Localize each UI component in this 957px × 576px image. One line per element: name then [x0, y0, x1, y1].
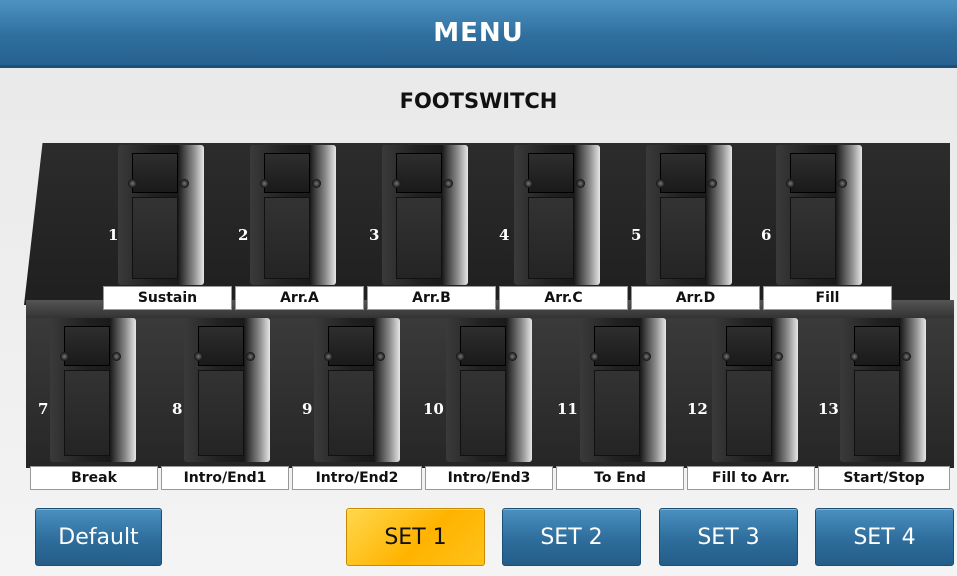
- pedal-number-13: 13: [818, 400, 839, 418]
- pedal-9[interactable]: [314, 318, 400, 462]
- pedal-label-2[interactable]: Arr.A: [235, 286, 364, 310]
- pedal-label-3[interactable]: Arr.B: [367, 286, 496, 310]
- pedal-number-9: 9: [302, 400, 313, 418]
- pedal-number-5: 5: [631, 226, 642, 244]
- pedal-number-10: 10: [423, 400, 444, 418]
- pedal-6[interactable]: [776, 145, 862, 285]
- pedal-number-12: 12: [687, 400, 708, 418]
- pedal-10[interactable]: [446, 318, 532, 462]
- pedal-label-5[interactable]: Arr.D: [631, 286, 760, 310]
- pedal-number-3: 3: [369, 226, 380, 244]
- pedal-label-4[interactable]: Arr.C: [499, 286, 628, 310]
- pedal-11[interactable]: [580, 318, 666, 462]
- pedal-label-7[interactable]: Break: [30, 466, 158, 490]
- pedal-1[interactable]: [118, 145, 204, 285]
- pedal-label-12[interactable]: Fill to Arr.: [687, 466, 815, 490]
- pedal-number-2: 2: [238, 226, 249, 244]
- pedal-label-9[interactable]: Intro/End2: [292, 466, 422, 490]
- pedal-5[interactable]: [646, 145, 732, 285]
- footswitch-pedalboard: 1 2 3 4 5 6 Sustain Arr.A Arr.B Arr.C Ar…: [0, 0, 957, 576]
- pedal-7[interactable]: [50, 318, 136, 462]
- set-1-button[interactable]: SET 1: [346, 508, 485, 566]
- pedal-number-6: 6: [761, 226, 772, 244]
- pedal-number-4: 4: [499, 226, 510, 244]
- pedal-label-8[interactable]: Intro/End1: [161, 466, 289, 490]
- pedal-number-11: 11: [557, 400, 578, 418]
- pedal-8[interactable]: [184, 318, 270, 462]
- pedal-number-1: 1: [108, 226, 119, 244]
- set-3-button[interactable]: SET 3: [659, 508, 798, 566]
- pedal-4[interactable]: [514, 145, 600, 285]
- pedal-2[interactable]: [250, 145, 336, 285]
- pedal-12[interactable]: [712, 318, 798, 462]
- set-2-button[interactable]: SET 2: [502, 508, 641, 566]
- pedal-number-7: 7: [38, 400, 49, 418]
- pedal-3[interactable]: [382, 145, 468, 285]
- pedal-13[interactable]: [840, 318, 926, 462]
- pedal-label-13[interactable]: Start/Stop: [818, 466, 950, 490]
- set-4-button[interactable]: SET 4: [815, 508, 954, 566]
- pedal-number-8: 8: [172, 400, 183, 418]
- default-button[interactable]: Default: [35, 508, 162, 566]
- pedal-label-1[interactable]: Sustain: [103, 286, 232, 310]
- pedal-label-6[interactable]: Fill: [763, 286, 892, 310]
- pedal-label-11[interactable]: To End: [556, 466, 684, 490]
- pedal-label-10[interactable]: Intro/End3: [425, 466, 553, 490]
